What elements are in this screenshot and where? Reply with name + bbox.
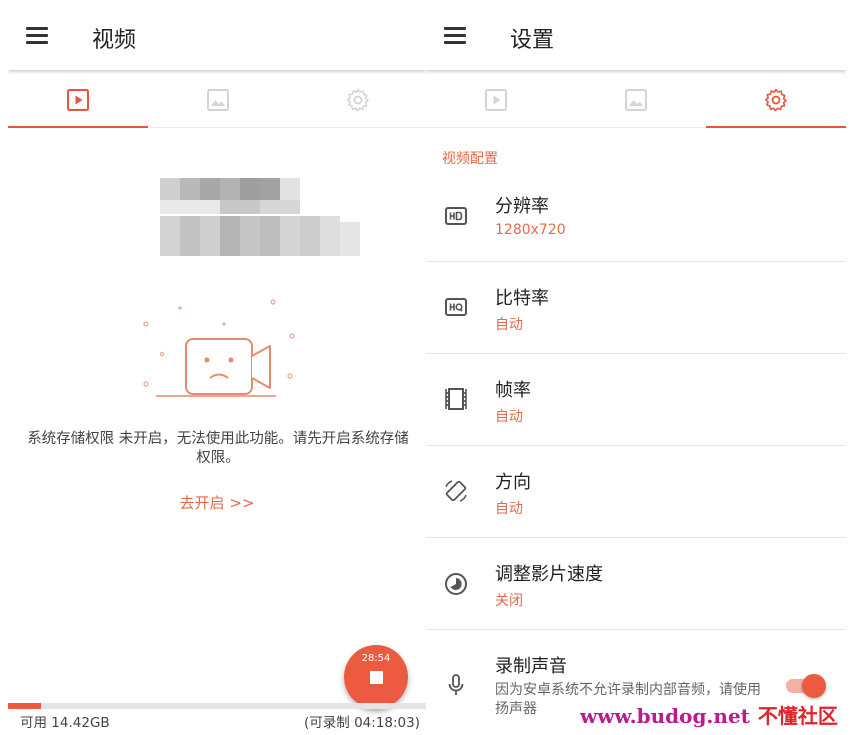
app-bar: 视频 xyxy=(8,0,426,70)
permission-message: 系统存储权限 未开启，无法使用此功能。请先开启系统存储权限。 xyxy=(27,431,409,466)
menu-icon[interactable] xyxy=(444,27,466,45)
settings-icon xyxy=(765,88,787,112)
setting-title: 调整影片速度 xyxy=(495,564,603,585)
tab-settings[interactable] xyxy=(706,72,846,128)
setting-value: 自动 xyxy=(495,501,523,517)
watermark: www.budog.net 不懂社区 xyxy=(580,700,838,729)
storage-progress-bar xyxy=(8,703,426,709)
setting-bitrate[interactable]: 比特率 自动 xyxy=(426,262,846,354)
stop-record-button[interactable]: 28:54 xyxy=(344,645,408,709)
stop-icon xyxy=(370,671,383,684)
tab-video[interactable] xyxy=(426,72,566,128)
tab-bar xyxy=(426,72,846,128)
page-title: 设置 xyxy=(510,28,555,53)
section-header: 视频配置 xyxy=(442,151,498,167)
tab-bar xyxy=(8,72,426,128)
enable-permission-link[interactable]: 去开启 >> xyxy=(8,492,426,513)
video-screen: 视频 系统存储权限 未开启，无法使用此功能。请先开启系统存储权限。 去开启 >>… xyxy=(8,0,426,735)
storage-used-fill xyxy=(8,703,42,709)
watermark-site: 不懂社区 xyxy=(757,704,838,728)
record-audio-toggle[interactable] xyxy=(784,674,826,698)
video-icon xyxy=(485,89,507,111)
setting-value: 自动 xyxy=(495,317,523,333)
tab-images[interactable] xyxy=(148,72,288,128)
settings-icon xyxy=(347,88,369,112)
setting-title: 帧率 xyxy=(495,380,531,401)
menu-icon[interactable] xyxy=(26,27,48,45)
video-icon xyxy=(67,89,89,111)
watermark-url: www.budog.net xyxy=(580,704,750,728)
storage-recordable: (可录制 04:18:03) xyxy=(304,715,420,731)
tab-settings[interactable] xyxy=(288,72,426,128)
speed-icon xyxy=(443,571,469,597)
app-bar: 设置 xyxy=(426,0,846,70)
screen-rotation-icon xyxy=(443,478,469,504)
image-icon xyxy=(625,89,647,111)
page-title: 视频 xyxy=(92,28,137,53)
setting-value: 自动 xyxy=(495,409,523,425)
setting-value: 1280x720 xyxy=(495,222,566,238)
setting-title: 方向 xyxy=(495,472,531,493)
microphone-icon xyxy=(443,672,469,698)
tab-video[interactable] xyxy=(8,72,148,128)
setting-title: 比特率 xyxy=(495,288,549,309)
setting-value: 关闭 xyxy=(495,593,523,609)
storage-available: 可用 14.42GB xyxy=(20,715,110,731)
film-icon xyxy=(443,386,469,412)
hq-icon xyxy=(443,294,469,320)
blurred-logo xyxy=(160,178,360,258)
setting-video-speed[interactable]: 调整影片速度 关闭 xyxy=(426,538,846,630)
setting-resolution[interactable]: 分辨率 1280x720 xyxy=(426,170,846,262)
setting-title: 分辨率 xyxy=(495,196,549,217)
setting-title: 录制声音 xyxy=(495,656,567,677)
record-timer: 28:54 xyxy=(361,653,391,664)
settings-screen: 设置 视频配置 分辨率 1280x720 比特率 自动 帧率 自动 方向 自动 … xyxy=(426,0,846,735)
tab-images[interactable] xyxy=(566,72,706,128)
setting-frame-rate[interactable]: 帧率 自动 xyxy=(426,354,846,446)
setting-orientation[interactable]: 方向 自动 xyxy=(426,446,846,538)
image-icon xyxy=(207,89,229,111)
hd-icon xyxy=(443,203,469,229)
sad-camera-illustration xyxy=(143,299,295,397)
